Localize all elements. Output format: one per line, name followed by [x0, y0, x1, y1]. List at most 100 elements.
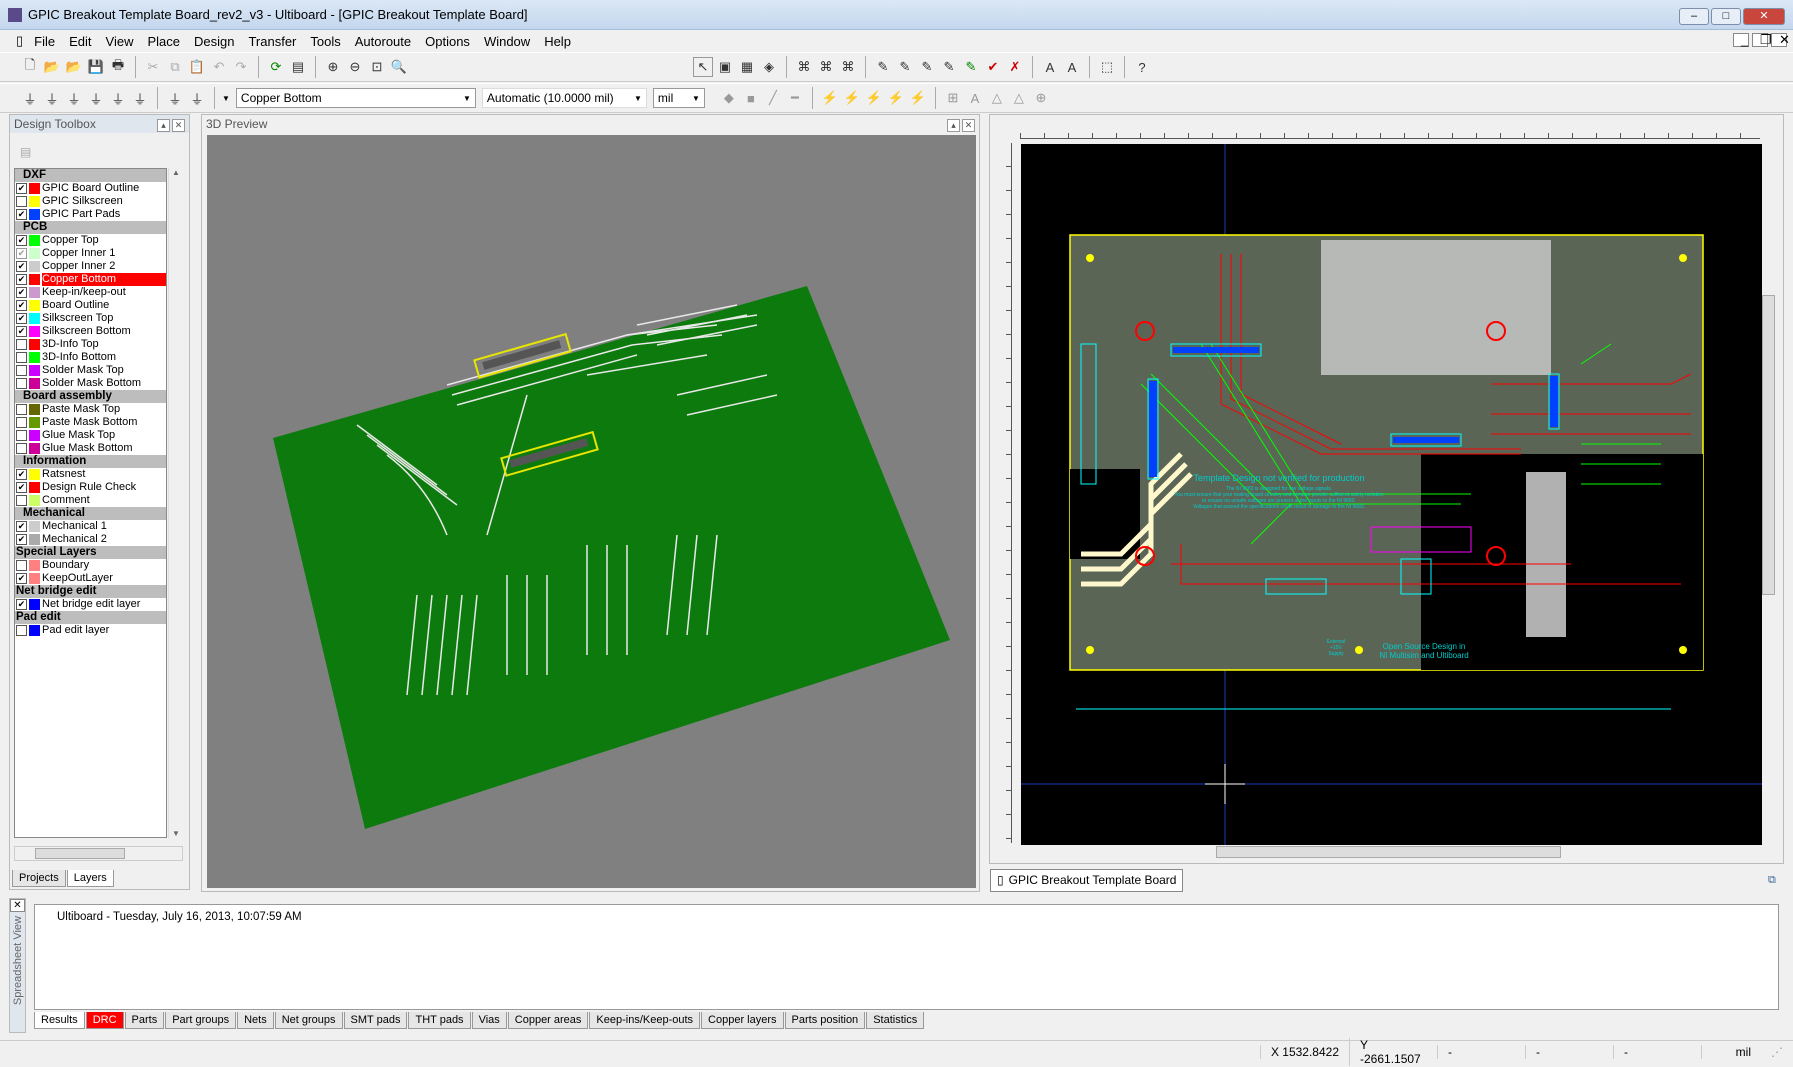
copy-icon[interactable]: ⧉: [165, 57, 185, 77]
place-part-icon[interactable]: ⌘: [794, 57, 814, 77]
layer-select[interactable]: Copper Bottom ▼: [235, 88, 476, 108]
layer-item[interactable]: ✔ Copper Bottom: [15, 273, 166, 286]
layer-checkbox[interactable]: [16, 495, 27, 506]
layer-item[interactable]: Solder Mask Top: [15, 364, 166, 377]
layer-checkbox[interactable]: ✔: [16, 534, 27, 545]
rect-select-icon[interactable]: ⬚: [1097, 57, 1117, 77]
spreadsheet-close-button[interactable]: ✕: [10, 899, 25, 912]
pcb-vscrollbar[interactable]: [1762, 125, 1777, 845]
layer-item[interactable]: ✔ Copper Inner 1: [15, 247, 166, 260]
redo-icon[interactable]: ↷: [231, 57, 251, 77]
layer-item[interactable]: ✔ GPIC Board Outline: [15, 182, 166, 195]
tab-net-groups[interactable]: Net groups: [274, 1012, 343, 1029]
zoom-in-icon[interactable]: ⊕: [323, 57, 343, 77]
layer-checkbox[interactable]: [16, 560, 27, 571]
zoom-full-icon[interactable]: 🔍: [389, 57, 409, 77]
place-jumper-icon[interactable]: ⌘: [816, 57, 836, 77]
tab-parts-position[interactable]: Parts position: [784, 1012, 866, 1029]
open-icon[interactable]: 📂: [42, 57, 62, 77]
layer-list-scrollbar[interactable]: ▲ ▼: [168, 168, 183, 838]
align-icon[interactable]: ◆: [719, 88, 739, 108]
close-button[interactable]: ✕: [1743, 8, 1785, 25]
grid-select[interactable]: Automatic (10.0000 mil) ▼: [481, 88, 647, 108]
drc-check-icon[interactable]: ✔: [983, 57, 1003, 77]
help-icon[interactable]: ?: [1132, 57, 1152, 77]
line-style-icon[interactable]: ╱: [763, 88, 783, 108]
mdi-close-button[interactable]: ✕: [1771, 33, 1790, 47]
tab-statistics[interactable]: Statistics: [866, 1012, 925, 1029]
ratsnest-icon[interactable]: ⚡: [820, 88, 840, 108]
menu-window[interactable]: Window: [477, 34, 537, 49]
tab-results[interactable]: Results: [34, 1012, 85, 1029]
flip-icon[interactable]: △: [1009, 88, 1029, 108]
layer-item[interactable]: Boundary: [15, 559, 166, 572]
layer-checkbox[interactable]: ✔: [16, 521, 27, 532]
undo-icon[interactable]: ↶: [209, 57, 229, 77]
layer-checkbox[interactable]: [16, 378, 27, 389]
full-screen-icon[interactable]: ▤: [288, 57, 308, 77]
menu-transfer[interactable]: Transfer: [241, 34, 303, 49]
layer-checkbox[interactable]: ✔: [16, 287, 27, 298]
layer-checkbox[interactable]: [16, 417, 27, 428]
menu-tools[interactable]: Tools: [303, 34, 347, 49]
layer-checkbox[interactable]: [16, 352, 27, 363]
menu-options[interactable]: Options: [418, 34, 477, 49]
tab-copper-layers[interactable]: Copper layers: [701, 1012, 784, 1029]
menu-file[interactable]: File: [27, 34, 62, 49]
tab-smt-pads[interactable]: SMT pads: [343, 1012, 408, 1029]
tab-copper-areas[interactable]: Copper areas: [507, 1012, 589, 1029]
layer-item[interactable]: ✔ Board Outline: [15, 299, 166, 312]
pcb-hscrollbar[interactable]: [1021, 845, 1762, 860]
refresh-icon[interactable]: ⟳: [266, 57, 286, 77]
layer-checkbox[interactable]: ✔: [16, 248, 27, 259]
unit-select[interactable]: mil ▼: [652, 88, 705, 108]
follow-me-icon[interactable]: ✎: [895, 57, 915, 77]
layer-item[interactable]: ✔ KeepOutLayer: [15, 572, 166, 585]
maximize-button[interactable]: □: [1711, 8, 1741, 25]
tab-keep-ins-keep-outs[interactable]: Keep-ins/Keep-outs: [589, 1012, 701, 1029]
layer-checkbox[interactable]: ✔: [16, 599, 27, 610]
filter-pad-icon[interactable]: ⏚: [86, 88, 106, 108]
paste-icon[interactable]: 📋: [187, 57, 207, 77]
tab-layers[interactable]: Layers: [66, 870, 114, 887]
menu-help[interactable]: Help: [537, 34, 578, 49]
net-check-icon[interactable]: ✗: [1005, 57, 1025, 77]
tab-parts[interactable]: Parts: [124, 1012, 165, 1029]
layer-checkbox[interactable]: ✔: [16, 261, 27, 272]
layer-tool-icon[interactable]: ▤: [20, 145, 31, 159]
design-toolbox-icon[interactable]: ▣: [715, 57, 735, 77]
mdi-restore-button[interactable]: ❐: [1752, 33, 1772, 47]
new-icon[interactable]: 🗋: [20, 57, 40, 77]
layer-item[interactable]: ✔ GPIC Part Pads: [15, 208, 166, 221]
menu-edit[interactable]: Edit: [62, 34, 98, 49]
layer-checkbox[interactable]: [16, 339, 27, 350]
panel-pin-button[interactable]: ▴: [157, 118, 170, 132]
menu-view[interactable]: View: [99, 34, 141, 49]
copper-icon[interactable]: ⊕: [1031, 88, 1051, 108]
layer-item[interactable]: ✔ Mechanical 2: [15, 533, 166, 546]
layer-item[interactable]: ✔ Design Rule Check: [15, 481, 166, 494]
menu-design[interactable]: Design: [187, 34, 241, 49]
layer-item[interactable]: ✔ Silkscreen Bottom: [15, 325, 166, 338]
layer-item[interactable]: Glue Mask Bottom: [15, 442, 166, 455]
layer-checkbox[interactable]: [16, 196, 27, 207]
cut-icon[interactable]: ✂: [143, 57, 163, 77]
trace-icon[interactable]: ✎: [873, 57, 893, 77]
swap-text-icon[interactable]: A: [965, 88, 985, 108]
zoom-out-icon[interactable]: ⊖: [345, 57, 365, 77]
layer-checkbox[interactable]: ✔: [16, 300, 27, 311]
filter-text-icon[interactable]: ⏚: [165, 88, 185, 108]
layer-checkbox[interactable]: [16, 404, 27, 415]
layer-checkbox[interactable]: [16, 430, 27, 441]
dropdown-arrow-icon[interactable]: ▼: [222, 94, 230, 103]
autoroute-icon[interactable]: ✎: [961, 57, 981, 77]
layer-checkbox[interactable]: ✔: [16, 326, 27, 337]
open-samples-icon[interactable]: 📂: [64, 57, 84, 77]
3d-board-view[interactable]: [207, 135, 976, 888]
attribute-icon[interactable]: A: [1062, 57, 1082, 77]
layer-item[interactable]: Pad edit layer: [15, 624, 166, 637]
layer-checkbox[interactable]: ✔: [16, 274, 27, 285]
layer-checkbox[interactable]: ✔: [16, 573, 27, 584]
place-via-icon[interactable]: ⌘: [838, 57, 858, 77]
print-icon[interactable]: 🖶: [108, 57, 128, 77]
